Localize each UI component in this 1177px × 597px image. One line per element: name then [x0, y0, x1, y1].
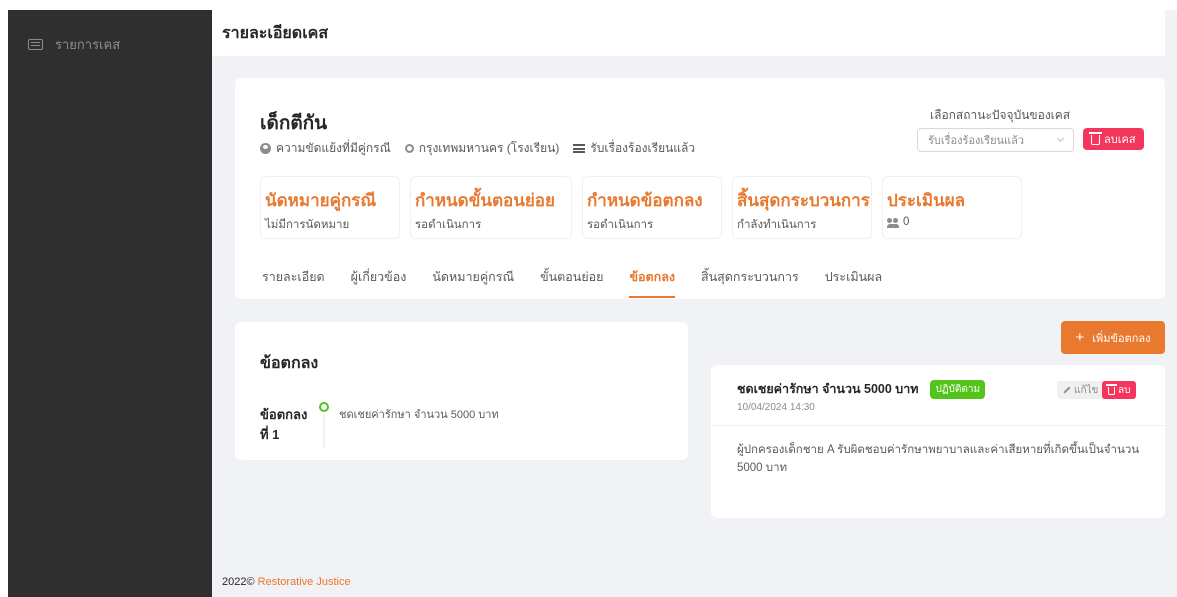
- stat-title: กำหนดข้อตกลง: [587, 191, 703, 210]
- case-status-label: รับเรื่องร้องเรียนแล้ว: [590, 141, 696, 155]
- timeline-line: [323, 414, 325, 448]
- stat-title: นัดหมายคู่กรณี: [265, 191, 377, 210]
- stat-subtitle: รอดำเนินการ: [415, 219, 482, 231]
- trash-icon: [1106, 384, 1117, 395]
- case-type-label: ความขัดแย้งที่มีคู่กรณี: [276, 141, 391, 155]
- agreement-detail-title-text: ชดเชยค่ารักษา จำนวน 5000 บาท: [737, 382, 919, 396]
- case-title: เด็กตีกัน: [260, 113, 328, 134]
- agreement-number: ข้อตกลงที่ 1: [260, 407, 308, 442]
- person-icon: [260, 143, 271, 154]
- tab-end-process[interactable]: สิ้นสุดกระบวนการ: [701, 267, 799, 298]
- case-meta: ความขัดแย้งที่มีคู่กรณี กรุงเทพมหานคร (โ…: [260, 139, 695, 158]
- stat-subtitle: กำลังทำเนินการ: [737, 219, 817, 231]
- case-status: รับเรื่องร้องเรียนแล้ว: [573, 139, 695, 158]
- stat-subtitle: ไม่มีการนัดหมาย: [265, 219, 350, 231]
- agreement-description: ผู้ปกครองเด็กชาย A รับผิดชอบค่ารักษาพยาบ…: [737, 444, 1140, 474]
- case-location: กรุงเทพมหานคร (โรงเรียน): [404, 139, 560, 158]
- delete-case-label: ลบเคส: [1104, 134, 1136, 146]
- list-icon: [28, 39, 43, 50]
- stat-subtitle: รอดำเนินการ: [587, 219, 654, 231]
- pencil-icon: [1063, 386, 1071, 394]
- case-tabs: รายละเอียด ผู้เกี่ยวข้อง นัดหมายคู่กรณี …: [262, 267, 908, 298]
- page-title: รายละเอียดเคส: [222, 24, 329, 42]
- status-select-label: เลือกสถานะปัจจุบันของเคส: [930, 108, 1071, 122]
- footer: 2022© Restorative Justice: [222, 576, 351, 588]
- stat-title: ประเมินผล: [887, 191, 966, 210]
- tab-evaluation[interactable]: ประเมินผล: [825, 267, 882, 298]
- stat-title: กำหนดขั้นตอนย่อย: [415, 191, 555, 210]
- stat-subtitle: 0: [887, 216, 1021, 228]
- tab-participants[interactable]: ผู้เกี่ยวข้อง: [351, 267, 407, 298]
- divider: [711, 425, 1165, 426]
- agreement-detail-title: ชดเชยค่ารักษา จำนวน 5000 บาท ปฏิบัติตาม: [737, 379, 986, 399]
- delete-case-button[interactable]: ลบเคส: [1083, 128, 1144, 150]
- stat-card-end-process[interactable]: สิ้นสุดกระบวนการ กำลังทำเนินการ: [732, 176, 872, 239]
- edit-button[interactable]: แก้ไข: [1057, 381, 1105, 399]
- footer-copyright: 2022©: [222, 576, 258, 588]
- agreement-date: 10/04/2024 14:30: [737, 402, 815, 413]
- case-summary-card: เด็กตีกัน ความขัดแย้งที่มีคู่กรณี กรุงเท…: [235, 78, 1165, 299]
- add-agreement-label: เพิ่มข้อตกลง: [1092, 332, 1151, 345]
- status-select-value: รับเรื่องร้องเรียนแล้ว: [928, 135, 1025, 147]
- status-badge: ปฏิบัติตาม: [930, 379, 986, 399]
- tab-details[interactable]: รายละเอียด: [262, 267, 325, 298]
- agreement-item-text[interactable]: ชดเชยค่ารักษา จำนวน 5000 บาท: [339, 405, 499, 423]
- timeline-dot-icon: [319, 402, 329, 412]
- plus-icon: +: [1075, 329, 1085, 346]
- delete-agreement-button[interactable]: ลบ: [1102, 381, 1137, 399]
- users-icon: [887, 218, 899, 228]
- stat-title: สิ้นสุดกระบวนการ: [737, 191, 870, 210]
- edit-label: แก้ไข: [1074, 384, 1099, 396]
- status-select[interactable]: รับเรื่องร้องเรียนแล้ว: [917, 128, 1074, 152]
- add-agreement-button[interactable]: + เพิ่มข้อตกลง: [1061, 321, 1165, 354]
- location-icon: [404, 144, 414, 153]
- page-header: รายละเอียดเคส: [212, 10, 1165, 56]
- sidebar: รายการเคส: [8, 10, 212, 597]
- stats-row: นัดหมายคู่กรณี ไม่มีการนัดหมาย กำหนดขั้น…: [260, 176, 1022, 239]
- tab-agreements[interactable]: ข้อตกลง: [629, 267, 675, 298]
- case-location-label: กรุงเทพมหานคร (โรงเรียน): [418, 141, 560, 155]
- stat-card-agreement[interactable]: กำหนดข้อตกลง รอดำเนินการ: [582, 176, 722, 239]
- stat-card-substeps[interactable]: กำหนดขั้นตอนย่อย รอดำเนินการ: [410, 176, 572, 239]
- footer-brand-link[interactable]: Restorative Justice: [258, 576, 351, 588]
- tab-substeps[interactable]: ขั้นตอนย่อย: [540, 267, 603, 298]
- agreement-detail-card: ชดเชยค่ารักษา จำนวน 5000 บาท ปฏิบัติตาม …: [711, 365, 1165, 518]
- sidebar-item-case-list[interactable]: รายการเคส: [28, 34, 120, 55]
- trash-icon: [1089, 132, 1102, 145]
- stat-card-evaluation[interactable]: ประเมินผล 0: [882, 176, 1022, 239]
- case-type: ความขัดแย้งที่มีคู่กรณี: [260, 139, 391, 158]
- sidebar-item-label: รายการเคส: [55, 37, 121, 52]
- menu-icon: [573, 144, 586, 153]
- agreements-card: ข้อตกลง ข้อตกลงที่ 1 ชดเชยค่ารักษา จำนวน…: [235, 322, 688, 460]
- tab-appointments[interactable]: นัดหมายคู่กรณี: [432, 267, 514, 298]
- agreements-title: ข้อตกลง: [260, 355, 319, 372]
- main-content: รายละเอียดเคส เด็กตีกัน ความขัดแย้งที่มี…: [212, 10, 1177, 597]
- stat-card-appointment[interactable]: นัดหมายคู่กรณี ไม่มีการนัดหมาย: [260, 176, 400, 239]
- chevron-down-icon: [1056, 134, 1065, 143]
- delete-agreement-label: ลบ: [1118, 384, 1131, 396]
